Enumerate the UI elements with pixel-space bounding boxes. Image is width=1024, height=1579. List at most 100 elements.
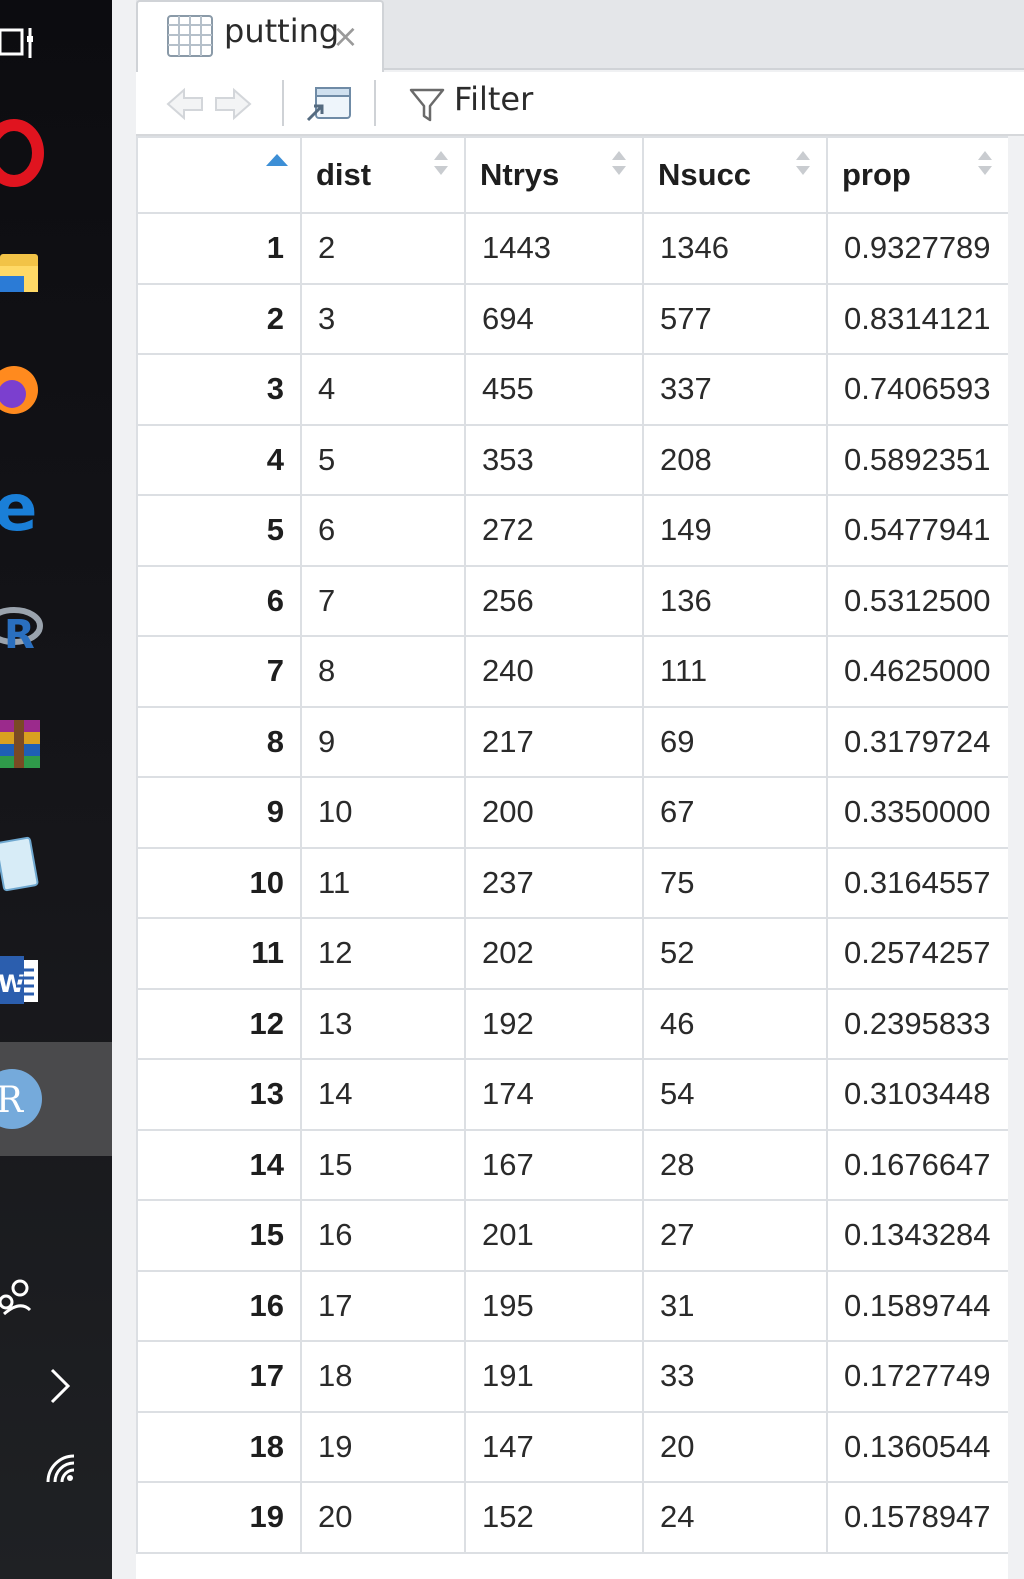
cell-prop[interactable]: 0.1589744 (826, 1269, 1008, 1342)
cell-dist[interactable]: 15 (300, 1128, 466, 1201)
cell-prop[interactable]: 0.1360544 (826, 1410, 1008, 1483)
cell-dist[interactable]: 8 (300, 635, 466, 708)
cell-prop[interactable]: 0.1343284 (826, 1199, 1008, 1272)
cell-ntrys[interactable]: 191 (464, 1340, 644, 1413)
cell-nsucc[interactable]: 52 (642, 917, 828, 990)
cell-ntrys[interactable]: 195 (464, 1269, 644, 1342)
cell-ntrys[interactable]: 152 (464, 1481, 644, 1554)
cell-ntrys[interactable]: 694 (464, 282, 644, 355)
rstudio-icon[interactable]: R (0, 1064, 112, 1134)
cell-ntrys[interactable]: 353 (464, 423, 644, 496)
row-number-cell[interactable]: 13 (136, 1058, 302, 1131)
r-icon[interactable]: R (0, 592, 112, 662)
cell-dist[interactable]: 20 (300, 1481, 466, 1554)
cell-ntrys[interactable]: 192 (464, 987, 644, 1060)
cell-nsucc[interactable]: 46 (642, 987, 828, 1060)
cell-ntrys[interactable]: 202 (464, 917, 644, 990)
column-header-dist[interactable]: dist (300, 136, 466, 214)
cell-ntrys[interactable]: 174 (464, 1058, 644, 1131)
cell-dist[interactable]: 3 (300, 282, 466, 355)
cell-prop[interactable]: 0.3350000 (826, 776, 1008, 849)
cell-ntrys[interactable]: 201 (464, 1199, 644, 1272)
cell-nsucc[interactable]: 337 (642, 353, 828, 426)
winrar-icon[interactable] (0, 708, 112, 778)
cell-ntrys[interactable]: 455 (464, 353, 644, 426)
row-number-cell[interactable]: 3 (136, 353, 302, 426)
filter-icon[interactable] (408, 82, 446, 126)
row-number-cell[interactable]: 9 (136, 776, 302, 849)
cell-dist[interactable]: 18 (300, 1340, 466, 1413)
cell-prop[interactable]: 0.5312500 (826, 564, 1008, 637)
row-number-cell[interactable]: 7 (136, 635, 302, 708)
cell-dist[interactable]: 5 (300, 423, 466, 496)
firefox-icon[interactable] (0, 354, 112, 424)
cell-ntrys[interactable]: 240 (464, 635, 644, 708)
file-explorer-icon[interactable] (0, 236, 112, 306)
cell-prop[interactable]: 0.2574257 (826, 917, 1008, 990)
cell-nsucc[interactable]: 31 (642, 1269, 828, 1342)
cell-dist[interactable]: 11 (300, 846, 466, 919)
cell-prop[interactable]: 0.5477941 (826, 494, 1008, 567)
word-icon[interactable]: W (0, 944, 112, 1014)
cell-prop[interactable]: 0.1578947 (826, 1481, 1008, 1554)
edge-icon[interactable]: e (0, 472, 112, 546)
popout-window-icon[interactable] (304, 82, 354, 126)
row-number-cell[interactable]: 14 (136, 1128, 302, 1201)
cell-nsucc[interactable]: 208 (642, 423, 828, 496)
filter-button[interactable]: Filter (454, 80, 533, 118)
cell-ntrys[interactable]: 237 (464, 846, 644, 919)
cell-nsucc[interactable]: 27 (642, 1199, 828, 1272)
cell-prop[interactable]: 0.3103448 (826, 1058, 1008, 1131)
cell-dist[interactable]: 10 (300, 776, 466, 849)
column-header-ntrys[interactable]: Ntrys (464, 136, 644, 214)
cell-prop[interactable]: 0.4625000 (826, 635, 1008, 708)
back-arrow-icon[interactable] (164, 82, 206, 126)
column-header-prop[interactable]: prop (826, 136, 1008, 214)
cell-prop[interactable]: 0.1676647 (826, 1128, 1008, 1201)
row-number-cell[interactable]: 4 (136, 423, 302, 496)
row-number-cell[interactable]: 5 (136, 494, 302, 567)
cell-nsucc[interactable]: 24 (642, 1481, 828, 1554)
tab-putting[interactable]: putting × (136, 0, 384, 72)
cell-dist[interactable]: 7 (300, 564, 466, 637)
sort-icon[interactable] (610, 148, 628, 178)
sort-icon[interactable] (976, 148, 994, 178)
cell-ntrys[interactable]: 200 (464, 776, 644, 849)
close-icon[interactable]: × (332, 18, 359, 54)
cell-prop[interactable]: 0.1727749 (826, 1340, 1008, 1413)
cell-ntrys[interactable]: 167 (464, 1128, 644, 1201)
cell-ntrys[interactable]: 1443 (464, 212, 644, 285)
cell-dist[interactable]: 17 (300, 1269, 466, 1342)
cell-ntrys[interactable]: 256 (464, 564, 644, 637)
cell-nsucc[interactable]: 1346 (642, 212, 828, 285)
cell-ntrys[interactable]: 272 (464, 494, 644, 567)
row-number-cell[interactable]: 8 (136, 705, 302, 778)
column-header-nsucc[interactable]: Nsucc (642, 136, 828, 214)
cell-dist[interactable]: 19 (300, 1410, 466, 1483)
row-number-cell[interactable]: 11 (136, 917, 302, 990)
row-number-cell[interactable]: 6 (136, 564, 302, 637)
cell-nsucc[interactable]: 20 (642, 1410, 828, 1483)
cell-dist[interactable]: 16 (300, 1199, 466, 1272)
cell-nsucc[interactable]: 28 (642, 1128, 828, 1201)
forward-arrow-icon[interactable] (212, 82, 254, 126)
people-icon[interactable] (0, 1262, 112, 1332)
cell-nsucc[interactable]: 577 (642, 282, 828, 355)
cell-ntrys[interactable]: 147 (464, 1410, 644, 1483)
cell-nsucc[interactable]: 149 (642, 494, 828, 567)
cell-dist[interactable]: 4 (300, 353, 466, 426)
cell-dist[interactable]: 14 (300, 1058, 466, 1131)
cell-prop[interactable]: 0.7406593 (826, 353, 1008, 426)
cell-dist[interactable]: 12 (300, 917, 466, 990)
row-number-cell[interactable]: 17 (136, 1340, 302, 1413)
row-number-cell[interactable]: 15 (136, 1199, 302, 1272)
opera-icon[interactable] (0, 118, 112, 188)
row-number-cell[interactable]: 16 (136, 1269, 302, 1342)
cell-prop[interactable]: 0.2395833 (826, 987, 1008, 1060)
row-number-cell[interactable]: 10 (136, 846, 302, 919)
cell-dist[interactable]: 9 (300, 705, 466, 778)
row-number-cell[interactable]: 1 (136, 212, 302, 285)
cell-nsucc[interactable]: 33 (642, 1340, 828, 1413)
chevron-right-icon[interactable] (0, 1352, 112, 1422)
cell-nsucc[interactable]: 111 (642, 635, 828, 708)
